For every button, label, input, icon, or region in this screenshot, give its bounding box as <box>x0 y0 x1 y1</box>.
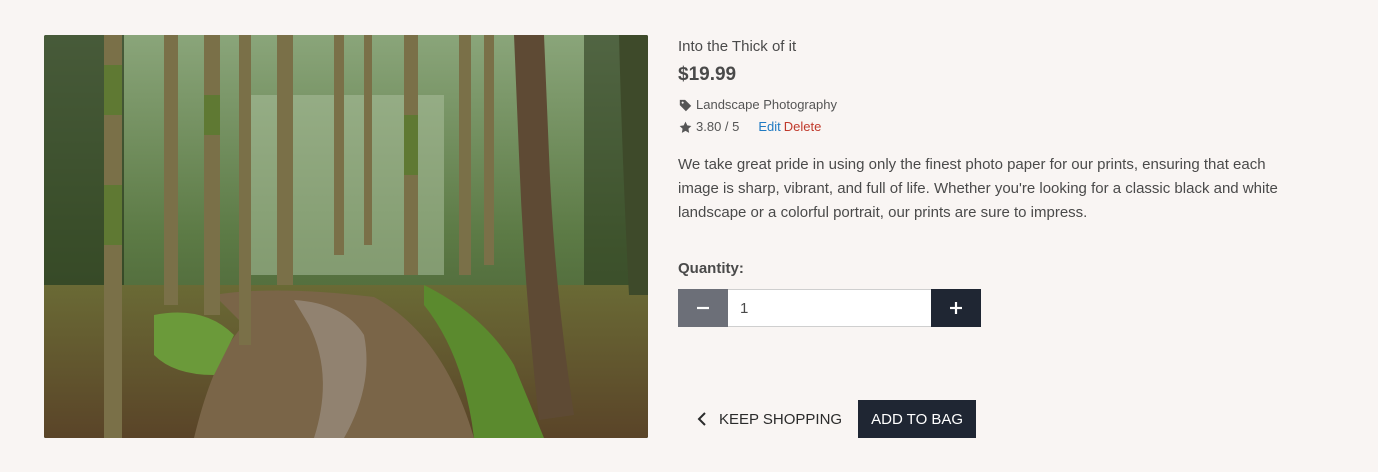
add-to-bag-button[interactable]: ADD TO BAG <box>858 400 977 438</box>
product-category: Landscape Photography <box>678 95 1318 115</box>
action-buttons: KEEP SHOPPING ADD TO BAG <box>697 400 977 438</box>
product-image <box>44 35 648 438</box>
product-name: Into the Thick of it <box>678 38 797 55</box>
decrement-button[interactable] <box>678 289 728 327</box>
edit-link[interactable]: Edit <box>758 117 780 137</box>
quantity-input[interactable] <box>728 289 931 327</box>
star-icon <box>678 120 692 134</box>
product-description: We take great pride in using only the fi… <box>678 156 1278 221</box>
increment-button[interactable] <box>931 289 981 327</box>
category-label: Landscape Photography <box>696 97 837 112</box>
quantity-label: Quantity: <box>678 260 744 277</box>
keep-shopping-button[interactable]: KEEP SHOPPING <box>697 400 842 438</box>
product-price: $19.99 <box>678 64 737 85</box>
forest-path-photo <box>44 35 648 438</box>
product-details: Into the Thick of it $19.99 Landscape Ph… <box>678 36 1318 327</box>
quantity-stepper <box>678 289 981 327</box>
plus-icon <box>950 302 962 314</box>
tag-icon <box>678 98 692 112</box>
keep-shopping-label: KEEP SHOPPING <box>719 410 843 428</box>
chevron-left-icon <box>697 412 709 426</box>
product-detail-page: Into the Thick of it $19.99 Landscape Ph… <box>0 0 1378 472</box>
minus-icon <box>697 306 709 310</box>
product-rating-row: 3.80 / 5 Edit Delete <box>678 117 1318 137</box>
rating-value: 3.80 / 5 <box>696 119 740 134</box>
delete-link[interactable]: Delete <box>784 117 822 137</box>
